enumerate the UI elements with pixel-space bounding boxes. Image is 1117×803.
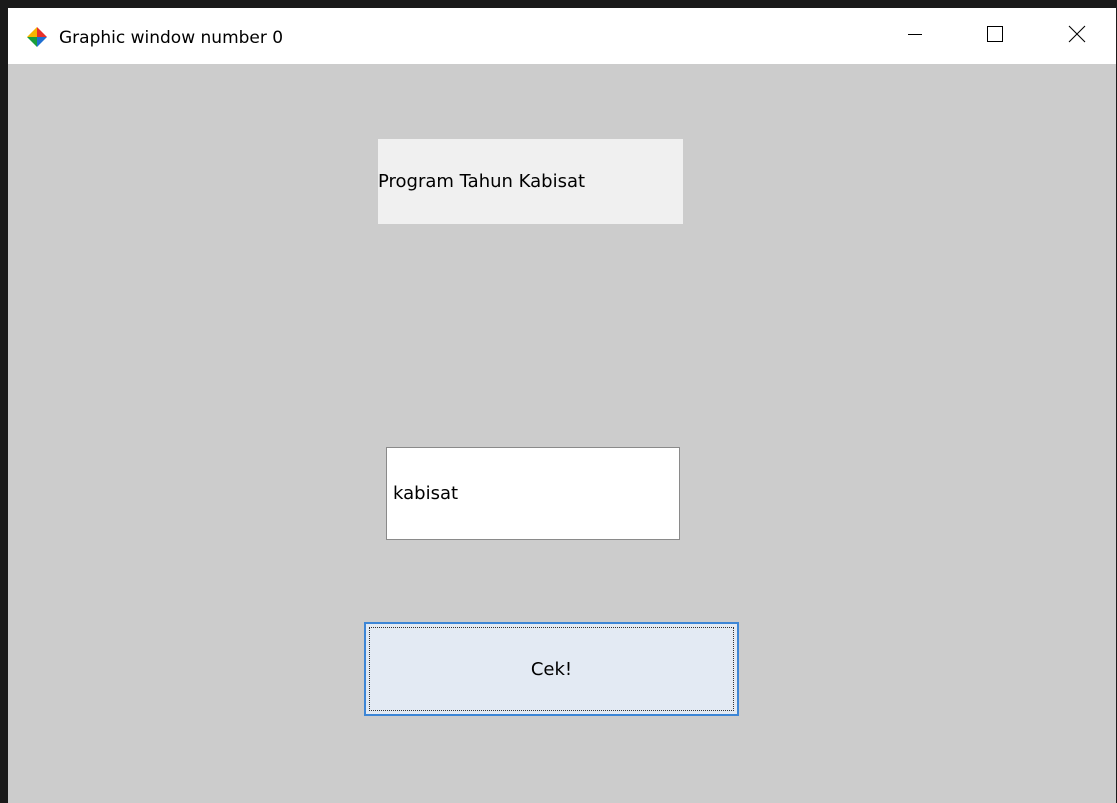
check-button-label: Cek! — [530, 658, 573, 680]
title-bar[interactable]: Graphic window number 0 — [8, 8, 1116, 64]
close-icon — [1068, 25, 1086, 47]
maximize-button[interactable] — [966, 8, 1024, 64]
close-button[interactable] — [1048, 8, 1106, 64]
check-button[interactable]: Cek! — [364, 622, 739, 716]
maximize-icon — [986, 25, 1004, 47]
window-title: Graphic window number 0 — [59, 28, 284, 48]
scilab-app-icon — [26, 26, 48, 48]
graphic-window: Graphic window number 0 Program Tahun Ka… — [0, 0, 1117, 803]
title-label-text: Program Tahun Kabisat — [378, 171, 586, 192]
year-input[interactable] — [386, 447, 680, 540]
minimize-button[interactable] — [886, 8, 944, 64]
minimize-icon — [907, 26, 923, 46]
title-label: Program Tahun Kabisat — [378, 139, 683, 224]
figure-canvas: Program Tahun Kabisat Cek! — [8, 64, 1116, 803]
